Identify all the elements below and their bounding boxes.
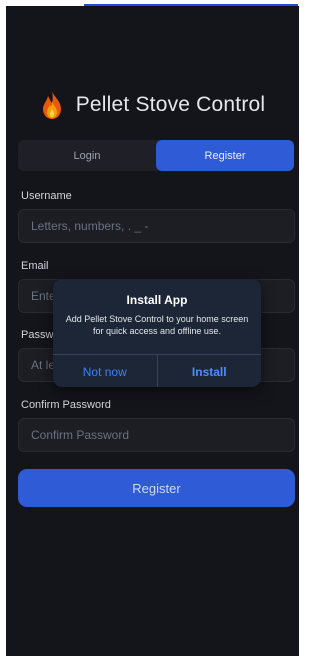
- confirm-password-input[interactable]: [18, 418, 295, 452]
- install-app-dialog: Install App Add Pellet Stove Control to …: [53, 279, 261, 387]
- flame-icon: [42, 91, 61, 119]
- register-button[interactable]: Register: [18, 469, 295, 507]
- email-label: Email: [21, 260, 49, 272]
- confirm-password-label: Confirm Password: [21, 399, 111, 411]
- tab-register[interactable]: Register: [156, 140, 294, 171]
- app-title: Pellet Stove Control: [75, 93, 266, 116]
- username-input[interactable]: [18, 209, 295, 243]
- not-now-button[interactable]: Not now: [53, 355, 158, 387]
- tab-login[interactable]: Login: [18, 140, 156, 171]
- dialog-title: Install App: [126, 293, 188, 307]
- dialog-message: Add Pellet Stove Control to your home sc…: [65, 314, 249, 336]
- auth-tabs: Login Register: [18, 140, 294, 171]
- username-label: Username: [21, 190, 72, 202]
- app-screen: Pellet Stove Control Login Register User…: [6, 6, 299, 656]
- dialog-actions: Not now Install: [53, 354, 261, 387]
- install-button[interactable]: Install: [158, 355, 262, 387]
- brand-header: Pellet Stove Control: [6, 88, 299, 122]
